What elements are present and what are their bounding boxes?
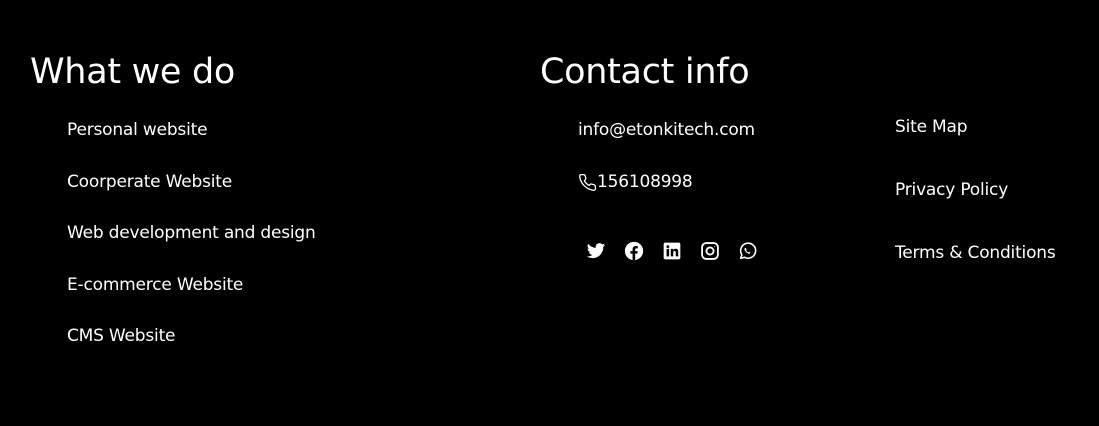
list-item: Site Map	[895, 115, 968, 139]
facebook-icon	[624, 241, 644, 261]
whatsapp-icon	[738, 241, 758, 261]
site-map-link[interactable]: Site Map	[895, 117, 968, 137]
list-item: Web development and design	[67, 221, 316, 245]
twitter-icon	[586, 241, 606, 261]
list-item: E-commerce Website	[67, 273, 243, 297]
terms-conditions-link[interactable]: Terms & Conditions	[895, 243, 1056, 263]
service-link-personal-website[interactable]: Personal website	[67, 120, 208, 140]
whatsapp-link[interactable]	[738, 241, 758, 261]
social-links	[586, 241, 758, 261]
service-link-web-development[interactable]: Web development and design	[67, 223, 316, 243]
privacy-policy-link[interactable]: Privacy Policy	[895, 180, 1008, 200]
phone-icon	[578, 173, 597, 192]
list-item: CMS Website	[67, 324, 176, 348]
contact-email-link[interactable]: info@etonkitech.com	[578, 118, 755, 142]
list-item: Coorperate Website	[67, 170, 232, 194]
list-item: Personal website	[67, 118, 208, 142]
contact-phone-number: 156108998	[597, 172, 693, 192]
list-item: Privacy Policy	[895, 178, 1008, 202]
linkedin-icon	[662, 241, 682, 261]
contact-phone-link[interactable]: 156108998	[578, 170, 693, 194]
linkedin-link[interactable]	[662, 241, 682, 261]
contact-heading: Contact info	[540, 52, 750, 92]
facebook-link[interactable]	[624, 241, 644, 261]
service-link-ecommerce-website[interactable]: E-commerce Website	[67, 275, 243, 295]
service-link-corporate-website[interactable]: Coorperate Website	[67, 172, 232, 192]
service-link-cms-website[interactable]: CMS Website	[67, 326, 176, 346]
services-heading: What we do	[30, 52, 236, 92]
list-item: Terms & Conditions	[895, 241, 1056, 265]
twitter-link[interactable]	[586, 241, 606, 261]
instagram-icon	[700, 241, 720, 261]
instagram-link[interactable]	[700, 241, 720, 261]
